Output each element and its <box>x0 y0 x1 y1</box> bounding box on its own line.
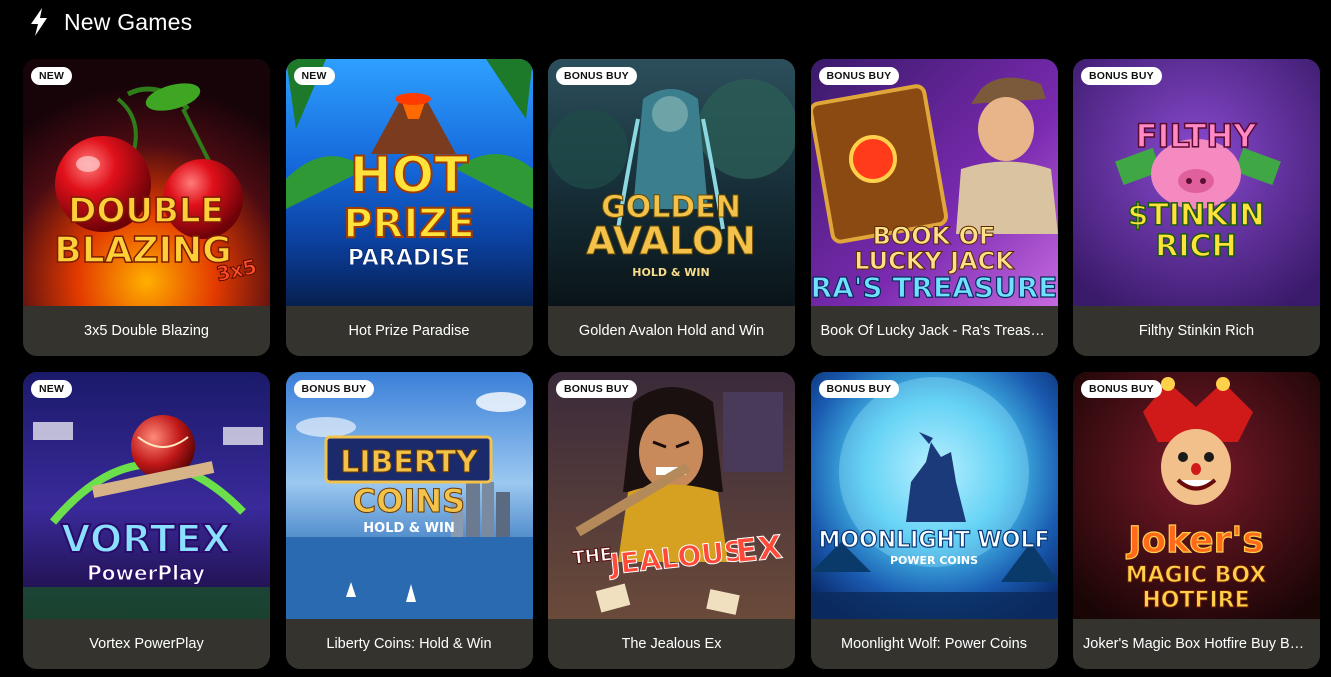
game-logo-line: COINS <box>352 482 464 520</box>
new-badge: NEW <box>31 380 73 398</box>
game-logo-line: HOT <box>349 146 467 204</box>
game-title[interactable]: Vortex PowerPlay <box>23 619 270 669</box>
game-title[interactable]: Joker's Magic Box Hotfire Buy Bonus <box>1073 619 1320 669</box>
lightning-bolt-icon <box>31 8 47 36</box>
game-card[interactable]: FILTHY $TINKIN RICH BONUS BUY Filthy Sti… <box>1073 59 1320 356</box>
game-logo-line: $TINKIN <box>1127 198 1264 233</box>
game-logo-line: DOUBLE <box>68 191 224 231</box>
game-logo-line: PRIZE <box>343 201 474 247</box>
game-card[interactable]: MOONLIGHT WOLF POWER COINS BONUS BUY Moo… <box>810 372 1058 669</box>
game-title[interactable]: Hot Prize Paradise <box>285 306 533 356</box>
bonus-buy-badge: BONUS BUY <box>556 67 637 85</box>
game-logo-line: LIBERTY <box>340 445 479 480</box>
game-thumbnail[interactable]: GOLDEN AVALON HOLD & WIN <box>548 59 795 306</box>
game-logo-line: HOLD & WIN <box>632 266 709 279</box>
game-logo-line: Joker's <box>1125 520 1264 561</box>
bonus-buy-badge: BONUS BUY <box>1081 380 1162 398</box>
game-card[interactable]: Joker's MAGIC BOX HOTFIRE BONUS BUY Joke… <box>1073 372 1320 669</box>
game-card[interactable]: HOT PRIZE PARADISE NEW Hot Prize Paradis… <box>285 59 533 356</box>
bonus-buy-badge: BONUS BUY <box>818 67 900 85</box>
game-logo-line: PARADISE <box>347 246 469 271</box>
game-thumbnail[interactable]: VORTEX PowerPlay <box>23 372 270 619</box>
game-title[interactable]: Liberty Coins: Hold & Win <box>285 619 533 669</box>
game-logo-line: THE <box>572 544 614 569</box>
game-thumbnail[interactable]: FILTHY $TINKIN RICH <box>1073 59 1320 306</box>
game-title[interactable]: Book Of Lucky Jack - Ra's Treasure <box>810 306 1058 356</box>
game-logo-line: RA'S TREASURE <box>811 271 1057 304</box>
game-logo-line: PowerPlay <box>87 561 205 585</box>
game-logo-line: MOONLIGHT WOLF <box>818 528 1049 553</box>
game-title[interactable]: Filthy Stinkin Rich <box>1073 306 1320 356</box>
game-card[interactable]: THE JEALOUS EX BONUS BUY The Jealous Ex <box>548 372 795 669</box>
games-grid: DOUBLE BLAZING 3x5 NEW 3x5 Double Blazin… <box>23 59 1320 669</box>
game-logo-line: RICH <box>1155 229 1236 264</box>
game-thumbnail[interactable]: THE JEALOUS EX <box>548 372 795 619</box>
game-card[interactable]: BOOK OF LUCKY JACK RA'S TREASURE BONUS B… <box>810 59 1058 356</box>
section-title: New Games <box>64 8 193 35</box>
new-badge: NEW <box>293 67 335 85</box>
game-logo-line: HOTFIRE <box>1142 588 1249 613</box>
game-logo-line: VORTEX <box>61 517 231 561</box>
game-logo-line: BOOK OF <box>872 222 995 250</box>
game-card[interactable]: LIBERTY COINS HOLD & WIN BONUS BUY Liber… <box>285 372 533 669</box>
game-title[interactable]: 3x5 Double Blazing <box>23 306 270 356</box>
game-logo-line: HOLD & WIN <box>363 521 454 536</box>
game-thumbnail[interactable]: BOOK OF LUCKY JACK RA'S TREASURE <box>810 59 1058 306</box>
game-title[interactable]: The Jealous Ex <box>548 619 795 669</box>
game-logo-line: MAGIC BOX <box>1126 563 1267 588</box>
game-logo-line: POWER COINS <box>889 554 977 567</box>
game-logo-line: BLAZING <box>54 230 231 271</box>
new-badge: NEW <box>31 67 73 85</box>
game-card[interactable]: DOUBLE BLAZING 3x5 NEW 3x5 Double Blazin… <box>23 59 270 356</box>
bonus-buy-badge: BONUS BUY <box>556 380 637 398</box>
game-thumbnail[interactable]: LIBERTY COINS HOLD & WIN <box>285 372 533 619</box>
game-thumbnail[interactable]: MOONLIGHT WOLF POWER COINS <box>810 372 1058 619</box>
game-logo-line: AVALON <box>586 219 756 263</box>
game-thumbnail[interactable]: DOUBLE BLAZING 3x5 <box>23 59 270 306</box>
game-card[interactable]: GOLDEN AVALON HOLD & WIN BONUS BUY Golde… <box>548 59 795 356</box>
game-logo-line: FILTHY <box>1136 117 1257 155</box>
game-card[interactable]: VORTEX PowerPlay NEW Vortex PowerPlay <box>23 372 270 669</box>
game-title[interactable]: Golden Avalon Hold and Win <box>548 306 795 356</box>
game-thumbnail[interactable]: HOT PRIZE PARADISE <box>285 59 533 306</box>
game-title[interactable]: Moonlight Wolf: Power Coins <box>810 619 1058 669</box>
game-thumbnail[interactable]: Joker's MAGIC BOX HOTFIRE <box>1073 372 1320 619</box>
game-logo-line: EX <box>734 528 785 571</box>
bonus-buy-badge: BONUS BUY <box>293 380 375 398</box>
bonus-buy-badge: BONUS BUY <box>1081 67 1162 85</box>
section-header: New Games <box>28 6 192 38</box>
bonus-buy-badge: BONUS BUY <box>818 380 900 398</box>
